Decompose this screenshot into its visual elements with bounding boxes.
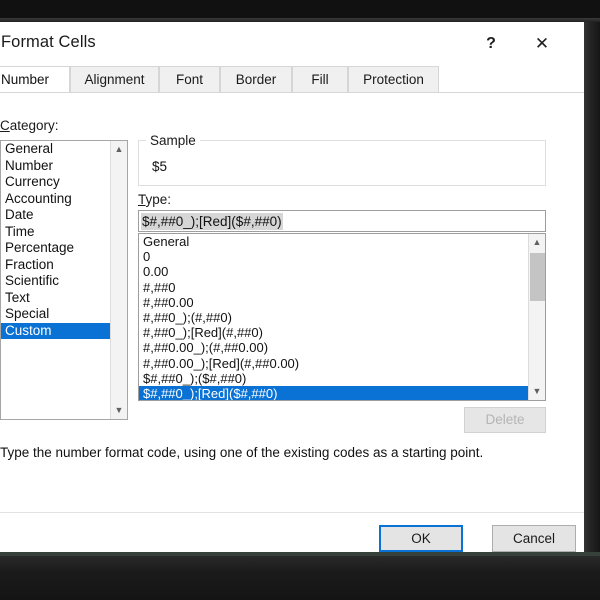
format-code-item[interactable]: General [139,234,528,249]
ok-button[interactable]: OK [379,525,463,552]
close-icon[interactable]: ✕ [521,30,563,58]
bezel-right-edge [584,22,600,556]
format-code-item[interactable]: #,##0_);[Red](#,##0) [139,325,528,340]
tab-font[interactable]: Font [159,66,220,93]
tab-alignment[interactable]: Alignment [70,66,159,93]
category-item[interactable]: Special [1,306,111,323]
format-code-item[interactable]: #,##0.00_);(#,##0.00) [139,340,528,355]
chevron-up-icon[interactable]: ▲ [111,141,127,158]
dialog-titlebar: Format Cells ? ✕ [0,22,584,66]
format-code-item[interactable]: #,##0.00 [139,295,528,310]
category-item[interactable]: Scientific [1,273,111,290]
chevron-down-icon[interactable]: ▼ [111,402,127,419]
category-list[interactable]: General Number Currency Accounting Date Time P… [1,141,111,419]
scrollbar-thumb[interactable] [530,253,545,301]
sample-label: Sample [146,133,200,148]
sample-value: $5 [152,159,168,174]
question-mark-icon[interactable]: ? [470,30,512,58]
category-item[interactable]: Percentage [1,240,111,257]
category-item[interactable]: Date [1,207,111,224]
format-code-item[interactable]: #,##0.00_);[Red](#,##0.00) [139,356,528,371]
delete-button[interactable]: Delete [464,407,546,433]
category-label: Category: [0,118,59,133]
type-label: Type: [138,192,172,207]
format-code-item[interactable]: 0.00 [139,264,528,279]
category-item[interactable]: Currency [1,174,111,191]
tab-protection[interactable]: Protection [348,66,439,93]
category-item[interactable]: Accounting [1,191,111,208]
format-code-listbox[interactable]: General 0 0.00 #,##0 #,##0.00 #,##0_);(#,##0)… [138,233,546,401]
number-tab-panel: Category: General Number Currency Accountin… [0,92,584,512]
format-scrollbar[interactable]: ▲ ▼ [528,234,545,400]
category-item[interactable]: Time [1,224,111,241]
chevron-down-icon[interactable]: ▼ [529,383,545,400]
dialog-title: Format Cells [1,33,96,51]
category-item[interactable]: Custom [1,322,111,339]
format-hint-text: Type the number format code, using one o… [0,445,484,460]
category-item[interactable]: Fraction [1,257,111,274]
format-cells-dialog: Format Cells ? ✕ Number Alignment Font B… [0,22,584,552]
format-code-list[interactable]: General 0 0.00 #,##0 #,##0.00 #,##0_);(#,##0)… [139,234,528,400]
device-bezel: Format Cells ? ✕ Number Alignment Font B… [0,0,600,600]
format-code-item[interactable]: 0 [139,249,528,264]
tab-border[interactable]: Border [220,66,292,93]
dialog-footer: OK Cancel [0,512,584,552]
format-code-item[interactable]: $#,##0_);[Red]($#,##0) [139,385,528,400]
cancel-button[interactable]: Cancel [492,525,576,552]
format-code-item[interactable]: #,##0_);(#,##0) [139,310,528,325]
tab-number[interactable]: Number [0,66,70,93]
tab-strip: Number Alignment Font Border Fill Protec… [0,66,584,93]
type-input-value: $#,##0_);[Red]($#,##0) [141,213,283,230]
tab-fill[interactable]: Fill [292,66,348,93]
category-item[interactable]: Number [1,158,111,175]
chevron-up-icon[interactable]: ▲ [529,234,545,251]
category-item[interactable]: General [1,141,111,158]
category-listbox[interactable]: General Number Currency Accounting Date Time P… [0,140,128,420]
format-code-item[interactable]: $#,##0_);($#,##0) [139,371,528,386]
category-scrollbar[interactable]: ▲ ▼ [110,141,127,419]
format-code-item[interactable]: #,##0 [139,280,528,295]
bezel-bottom-edge [0,556,600,600]
type-input[interactable]: $#,##0_);[Red]($#,##0) [138,210,546,232]
category-item[interactable]: Text [1,290,111,307]
